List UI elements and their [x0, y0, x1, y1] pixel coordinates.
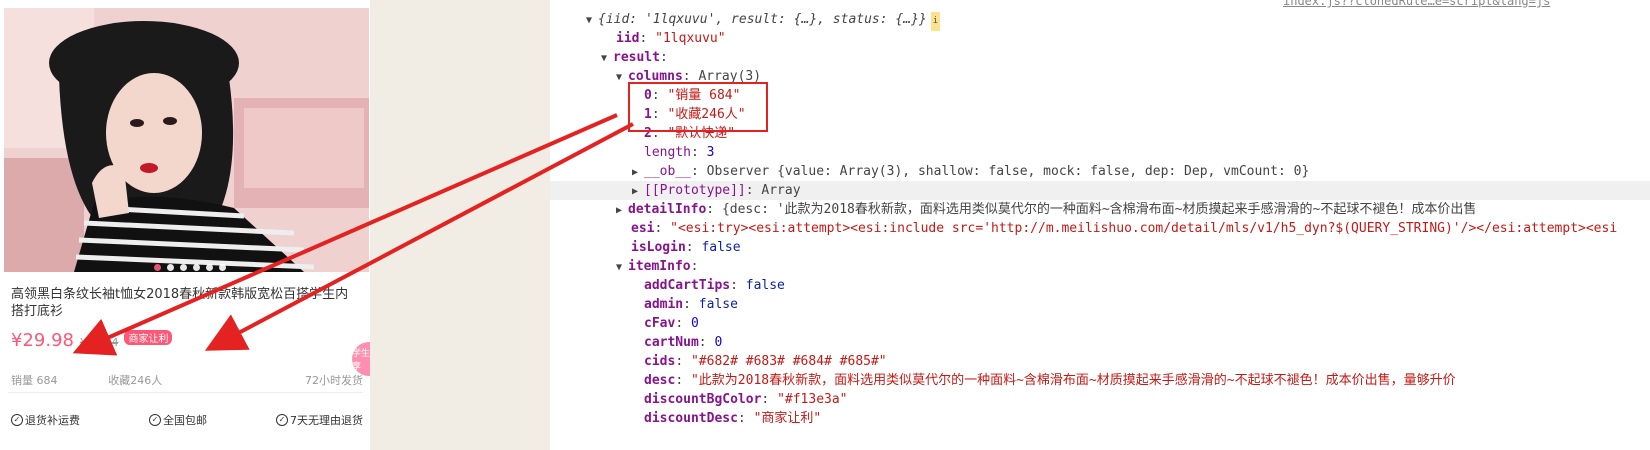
- prop-cfav: cFav: 0: [644, 316, 699, 331]
- prop-length: length: 3: [644, 145, 715, 160]
- product-card[interactable]: 高领黑白条纹长袖t恤女2018春秋新款韩版宽松百搭学生内搭打底衫 ¥29.98 …: [0, 0, 370, 450]
- divider: [8, 392, 363, 393]
- prop-cartnum: cartNum: 0: [644, 335, 723, 350]
- carousel-dot[interactable]: [219, 264, 226, 271]
- student-float-button[interactable]: 学生 专享: [352, 342, 370, 376]
- service-item: ✓ 7天无理由退货: [276, 412, 363, 428]
- prop-admin: admin: false: [644, 297, 738, 312]
- prop-esi: esi: "<esi:try><esi:attempt><esi:include…: [631, 221, 1618, 236]
- prop-observer[interactable]: ▶ __ob__: Observer {value: Array(3), shal…: [632, 162, 1309, 181]
- carousel-dot[interactable]: [206, 264, 213, 271]
- devtools-console[interactable]: ▼ {iid: '1lqxuvu', result: {…}, status: {…: [550, 0, 1650, 450]
- service-list: ✓ 退货补运费 ✓ 全国包邮 ✓ 7天无理由退货: [11, 412, 363, 428]
- original-price: ¥42.84: [79, 336, 119, 349]
- check-circle-icon: ✓: [149, 414, 161, 426]
- product-image: [4, 8, 369, 272]
- caret-right-icon[interactable]: ▶: [616, 201, 628, 220]
- promo-badge: 商家让利: [124, 330, 173, 345]
- caret-right-icon[interactable]: ▶: [632, 182, 644, 201]
- prop-addcarttips: addCartTips: false: [644, 278, 785, 293]
- sales-count: 销量 684: [11, 374, 58, 387]
- prop-detailinfo[interactable]: ▶ detailInfo: {desc: '此款为2018春秋新款，面料选用类似莫…: [616, 200, 1476, 219]
- carousel-dot[interactable]: [154, 264, 161, 271]
- prop-discountbgcolor: discountBgColor: "#f13e3a": [644, 392, 848, 407]
- caret-right-icon[interactable]: ▶: [632, 163, 644, 182]
- service-item: ✓ 退货补运费: [11, 412, 80, 428]
- check-circle-icon: ✓: [276, 414, 288, 426]
- carousel-dot[interactable]: [167, 264, 174, 271]
- source-file-link[interactable]: index.js??clonedRule…e=script&lang=js: [1283, 0, 1550, 8]
- product-photo[interactable]: [4, 8, 369, 272]
- console-root-object[interactable]: ▼ {iid: '1lqxuvu', result: {…}, status: {…: [586, 10, 941, 31]
- prop-desc: desc: "此款为2018春秋新款，面料选用类似莫代尔的一种面料~含棉滑布面~…: [644, 373, 1456, 388]
- annotation-highlight-box: [628, 82, 768, 132]
- carousel-dot[interactable]: [193, 264, 200, 271]
- prop-cids: cids: "#682# #683# #684# #685#": [644, 354, 887, 369]
- price: ¥29.98: [11, 330, 74, 351]
- service-item: ✓ 全国包邮: [149, 412, 207, 428]
- shipping-time: 72小时发货: [305, 374, 363, 387]
- prop-prototype[interactable]: ▶ [[Prototype]]: Array: [550, 181, 1650, 200]
- product-title: 高领黑白条纹长袖t恤女2018春秋新款韩版宽松百搭学生内搭打底衫: [11, 287, 349, 319]
- info-icon[interactable]: i: [930, 12, 941, 31]
- prop-iid: iid: "1lqxuvu": [616, 31, 726, 46]
- price-row: ¥29.98 ¥42.84 商家让利: [11, 330, 173, 351]
- page-gutter: [370, 0, 550, 450]
- check-circle-icon: ✓: [11, 414, 23, 426]
- product-stats: 销量 684 收藏246人 72小时发货: [11, 372, 363, 388]
- prop-islogin: isLogin: false: [631, 240, 741, 255]
- favorites-count: 收藏246人: [108, 374, 163, 387]
- prop-iteminfo[interactable]: ▼ itemInfo:: [616, 257, 698, 276]
- carousel-dot[interactable]: [180, 264, 187, 271]
- caret-down-icon[interactable]: ▼: [586, 11, 598, 30]
- prop-discountdesc: discountDesc: "商家让利": [644, 411, 822, 426]
- prop-result[interactable]: ▼ result:: [601, 48, 668, 67]
- caret-down-icon[interactable]: ▼: [616, 258, 628, 277]
- carousel-dots[interactable]: [154, 264, 226, 271]
- caret-down-icon[interactable]: ▼: [616, 68, 628, 87]
- caret-down-icon[interactable]: ▼: [601, 49, 613, 68]
